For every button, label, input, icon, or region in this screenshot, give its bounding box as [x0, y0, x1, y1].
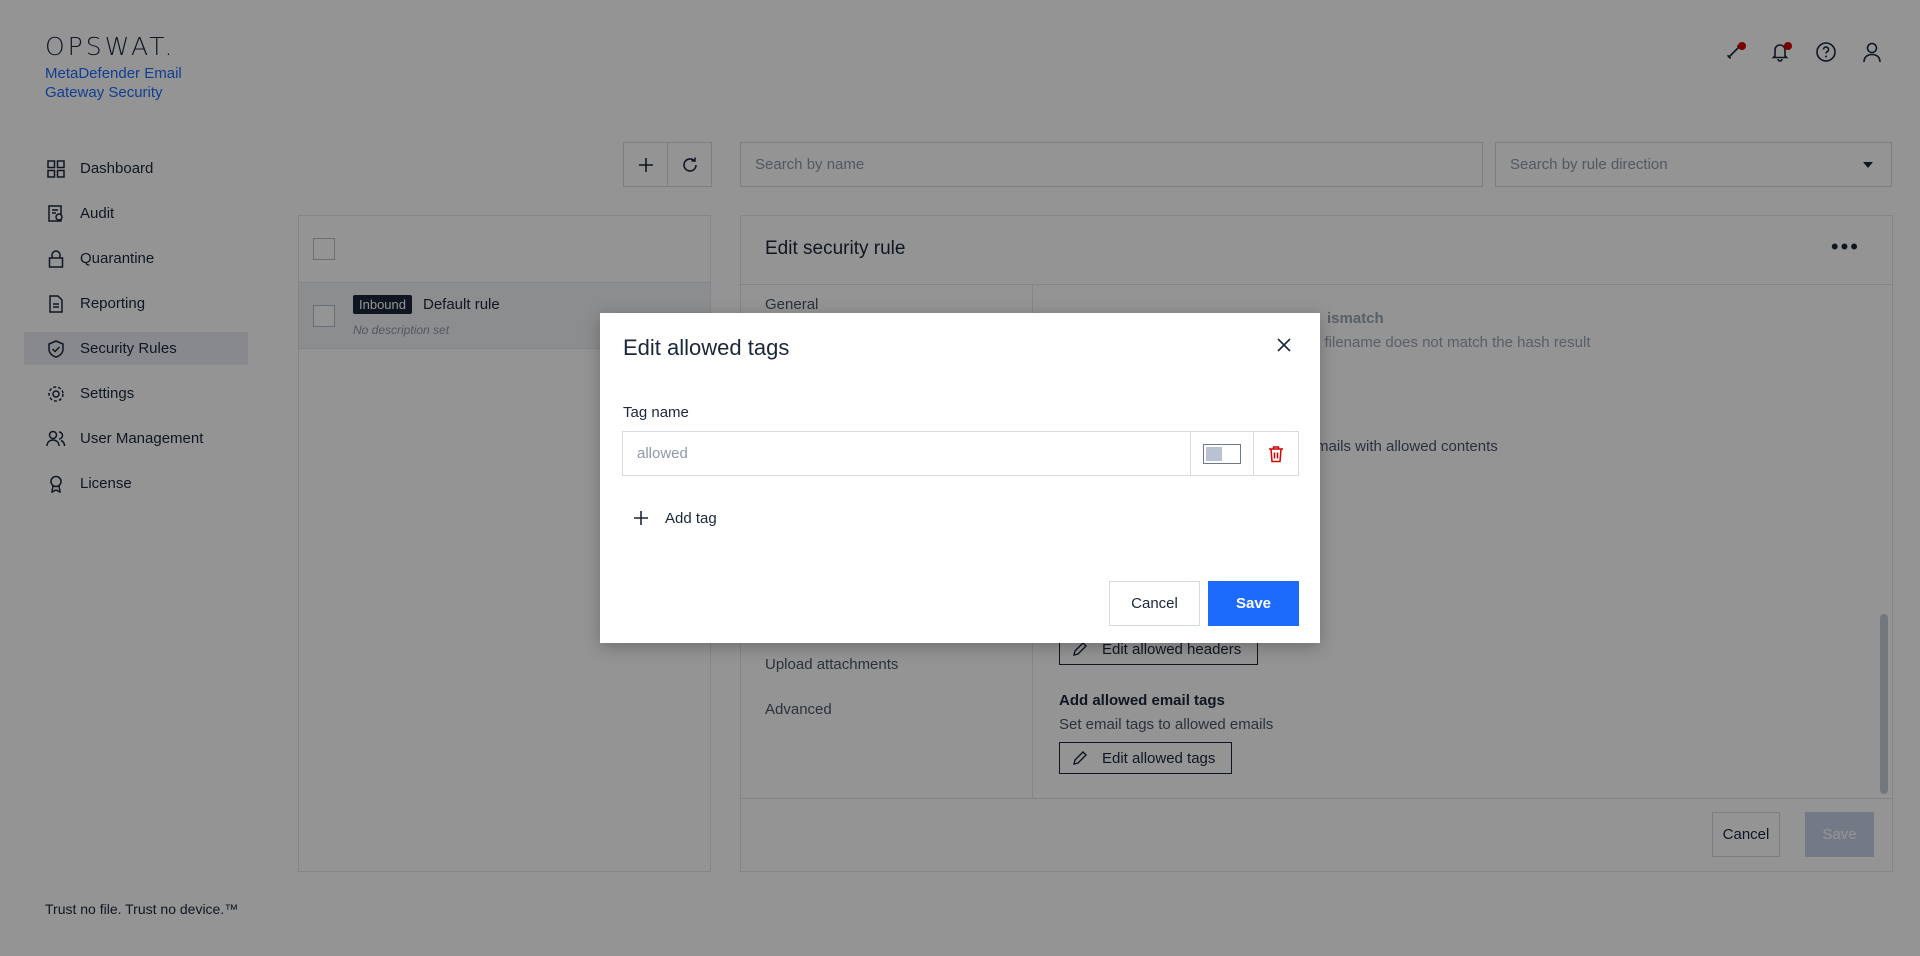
tag-row: allowed — [622, 431, 1299, 476]
add-tag-button[interactable]: Add tag — [632, 509, 717, 527]
add-tag-label: Add tag — [665, 509, 717, 527]
edit-allowed-tags-dialog: Edit allowed tags Tag name allowed Add t… — [600, 313, 1320, 643]
tag-enabled-toggle[interactable] — [1203, 443, 1241, 464]
toggle-knob — [1206, 446, 1222, 461]
dialog-title: Edit allowed tags — [623, 335, 790, 360]
dialog-save-button[interactable]: Save — [1208, 581, 1299, 626]
plus-icon — [634, 511, 648, 525]
dialog-cancel-button[interactable]: Cancel — [1109, 581, 1200, 626]
close-icon[interactable] — [1272, 333, 1296, 357]
tag-value: allowed — [637, 445, 688, 462]
tag-name-label: Tag name — [623, 404, 689, 421]
tag-name-input[interactable]: allowed — [623, 432, 1191, 475]
tag-toggle-cell — [1191, 432, 1254, 475]
delete-tag-button[interactable] — [1254, 432, 1298, 475]
trash-icon — [1269, 445, 1283, 462]
